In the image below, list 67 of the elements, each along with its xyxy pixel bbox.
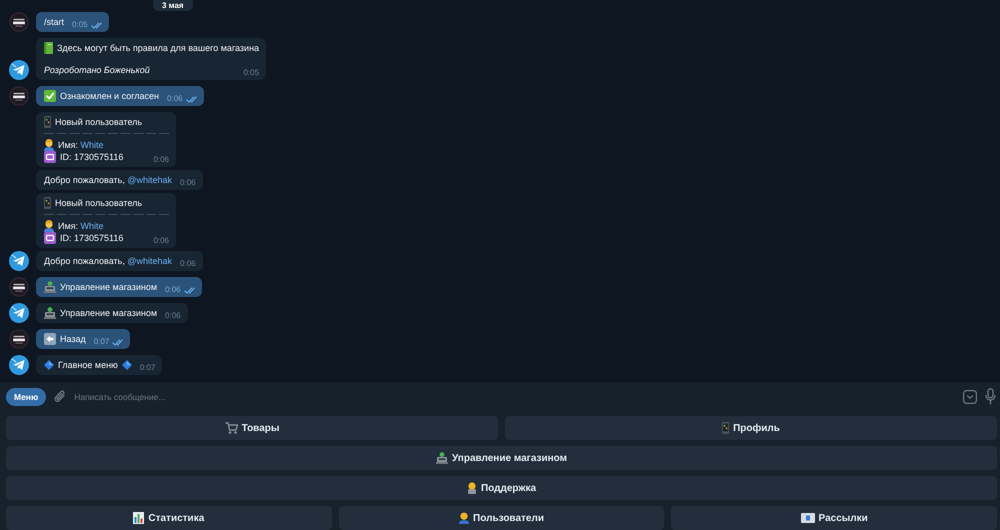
message-time: 0:07 [94, 337, 110, 347]
printer-icon [436, 452, 448, 464]
diamond-icon [122, 360, 132, 370]
chevron-down-icon[interactable] [963, 390, 977, 404]
keyboard-button[interactable]: Поддержка [6, 476, 997, 500]
cart-icon [224, 422, 238, 434]
name-text: Имя: White [58, 139, 104, 151]
user-id-text: ID: 1730575116 [60, 151, 124, 163]
mention-link[interactable]: @whitehak [127, 175, 172, 185]
name-link[interactable]: White [80, 140, 104, 150]
message-text: Главное меню [58, 359, 118, 371]
printer-icon [44, 281, 56, 293]
message-time: 0:06 [180, 259, 196, 269]
message-time: 0:06 [153, 155, 170, 165]
name-text: Имя: White [58, 220, 104, 232]
message-text: Добро пожаловать, @whitehak [44, 174, 172, 186]
divider-text: — — — — — — — — — — [44, 129, 170, 138]
id-card-icon [44, 151, 56, 163]
book-icon [44, 42, 53, 54]
divider-text: — — — — — — — — — — [44, 210, 170, 219]
keyboard-button[interactable]: Товары [6, 416, 498, 440]
name-link[interactable]: White [80, 221, 104, 231]
mention-link[interactable]: @whitehak [127, 256, 172, 266]
message-input[interactable]: Написать сообщение... [74, 386, 955, 406]
keyboard-button[interactable]: Статистика [6, 506, 332, 530]
message-time: 0:06 [165, 285, 181, 295]
date-label: 3 мая [153, 0, 193, 11]
bar-chart-icon [133, 512, 144, 524]
message-text: Добро пожаловать, @whitehak [44, 255, 172, 267]
paperclip-icon[interactable] [54, 389, 66, 404]
message-time: 0:05 [72, 20, 88, 30]
message-text: Управление магазином [60, 307, 158, 319]
message-composer[interactable]: Меню Написать сообщение... [0, 381, 1000, 411]
printer-icon [44, 307, 56, 319]
phone-icon [44, 197, 51, 209]
message-text: Ознакомлен и согласен [60, 90, 160, 102]
keyboard-button[interactable]: Профиль [505, 416, 997, 440]
message-text: /start [44, 16, 64, 28]
person-icon [44, 220, 54, 232]
left-arrow-icon [44, 333, 56, 345]
keyboard-button[interactable]: Пользователи [338, 506, 664, 530]
signature-text: Розроботано Боженькой [44, 64, 150, 76]
diamond-icon [44, 360, 54, 370]
message-text: Управление магазином [60, 281, 158, 293]
message-time: 0:06 [180, 178, 196, 188]
message-time: 0:05 [243, 68, 260, 78]
message-text: Здесь могут быть правила для вашего магазина [57, 42, 260, 54]
keyboard-button[interactable]: Управление магазином [6, 446, 997, 470]
person-icon [466, 482, 477, 494]
user-id-text: ID: 1730575116 [60, 232, 124, 244]
message-time: 0:06 [153, 236, 170, 246]
message-time: 0:06 [165, 311, 181, 321]
message-title: Новый пользователь [55, 116, 142, 128]
check-box-icon [44, 90, 56, 102]
keyboard-button[interactable]: Рассылки [671, 506, 998, 530]
person-icon [459, 512, 470, 524]
id-card-icon [44, 232, 56, 244]
phone-icon [722, 422, 730, 434]
message-text: Назад [60, 333, 86, 345]
person-icon [44, 139, 54, 151]
microphone-icon[interactable] [985, 388, 996, 405]
envelope-icon [800, 513, 815, 523]
phone-icon [44, 116, 51, 128]
message-title: Новый пользователь [55, 197, 142, 209]
message-time: 0:07 [140, 363, 156, 373]
message-time: 0:06 [167, 94, 183, 104]
menu-button[interactable]: Меню [6, 388, 46, 406]
